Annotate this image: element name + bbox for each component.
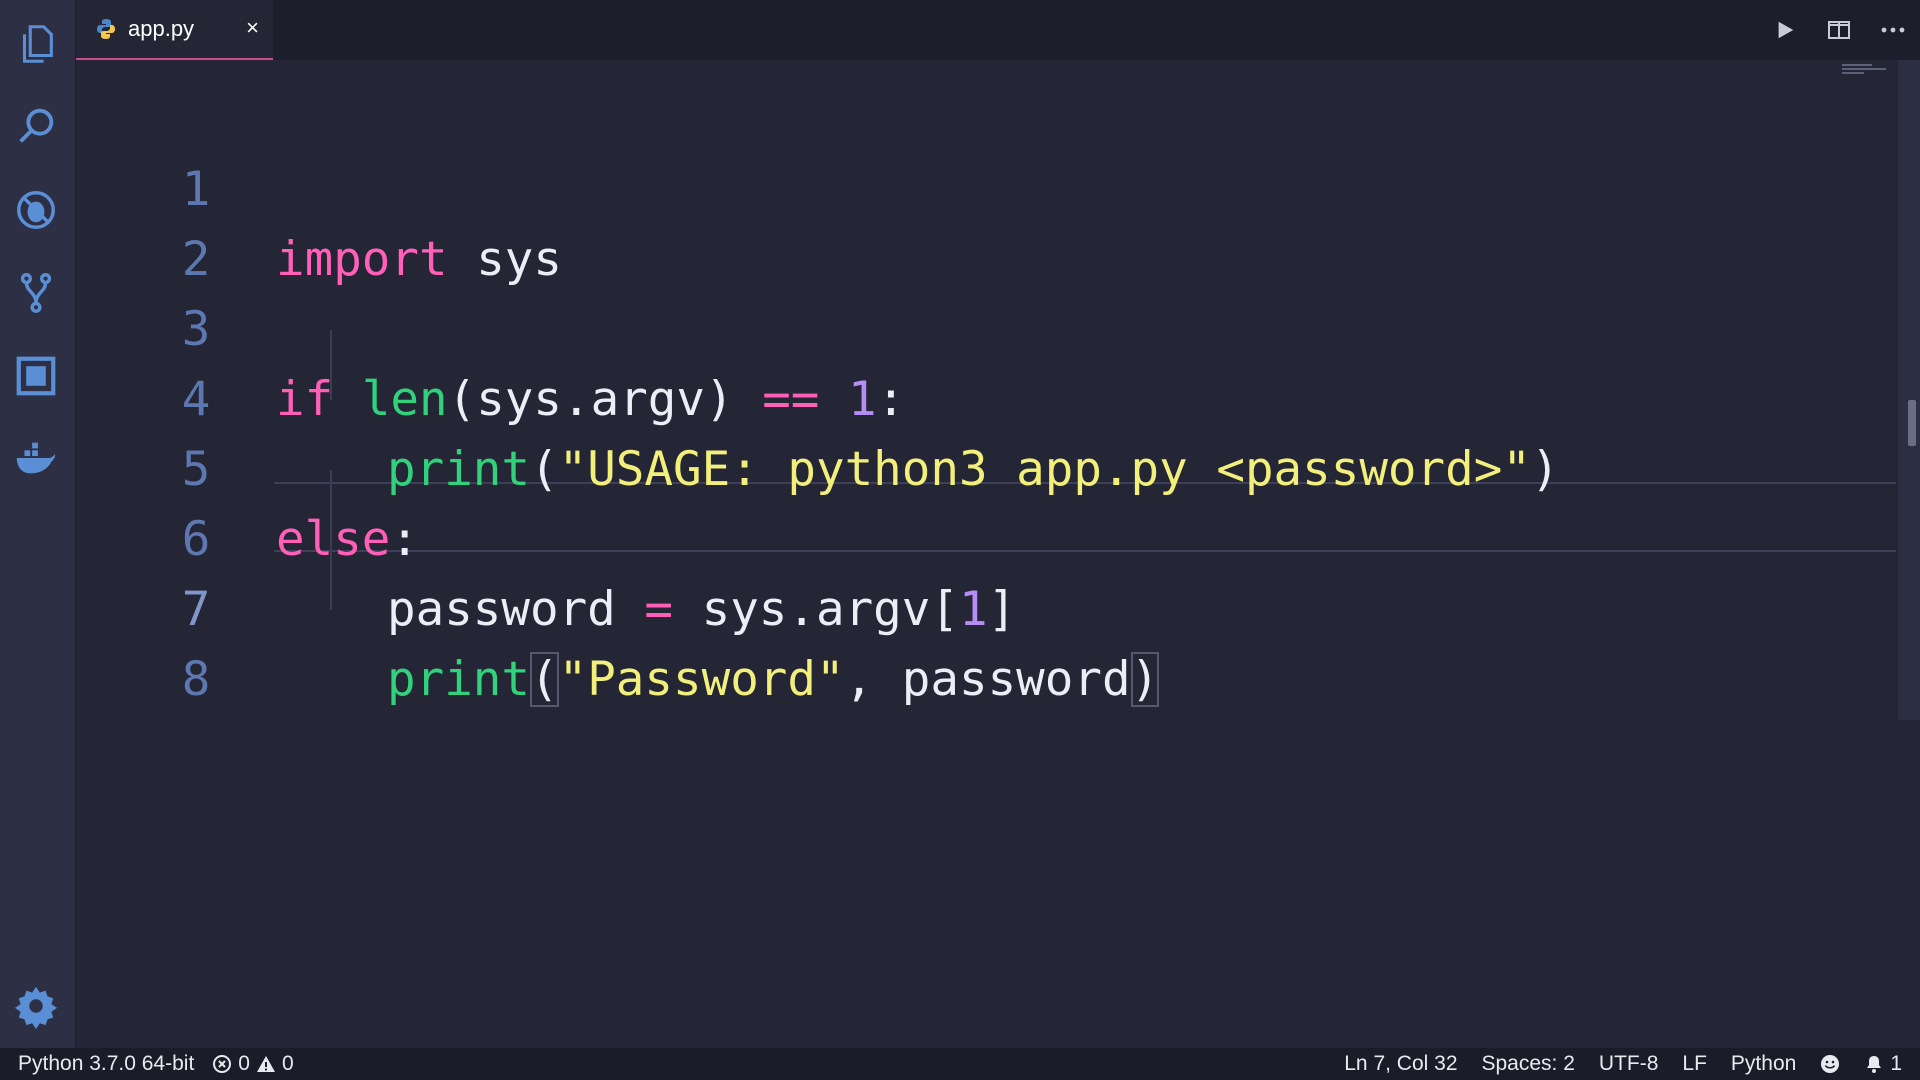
tab-bar: app.py × — [76, 0, 1920, 60]
tab-close-button[interactable]: × — [246, 16, 259, 40]
error-icon — [213, 1055, 232, 1073]
python-interpreter[interactable]: Python 3.7.0 64-bit — [18, 1052, 194, 1076]
status-bar: Python 3.7.0 64-bit 0 0 Ln 7, Col 32 Spa… — [0, 1048, 1920, 1080]
extensions-icon[interactable] — [10, 350, 62, 402]
token-bracket-match: ( — [530, 652, 559, 707]
feedback-button[interactable] — [1820, 1054, 1840, 1074]
warning-icon — [256, 1056, 275, 1072]
code-line: 4 print("USAGE: python3 app.py <password… — [76, 295, 1896, 497]
minimap[interactable] — [1842, 64, 1888, 76]
editor-actions — [1758, 0, 1920, 60]
status-right: Ln 7, Col 32 Spaces: 2 UTF-8 LF Python 1 — [1344, 1048, 1902, 1080]
ellipsis-icon — [1881, 27, 1905, 33]
token-text: , password — [844, 652, 1131, 707]
code-line: 6 password = sys.argv[1] — [76, 435, 1896, 637]
indentation[interactable]: Spaces: 2 — [1482, 1052, 1575, 1076]
split-editor-button[interactable] — [1812, 0, 1866, 60]
tab-app-py[interactable]: app.py × — [76, 0, 273, 60]
status-left: Python 3.7.0 64-bit 0 0 — [18, 1048, 294, 1080]
split-editor-icon — [1828, 21, 1850, 39]
more-actions-button[interactable] — [1866, 0, 1920, 60]
search-icon[interactable] — [10, 100, 62, 152]
cursor-position[interactable]: Ln 7, Col 32 — [1344, 1052, 1457, 1076]
run-button[interactable] — [1758, 0, 1812, 60]
token-bracket-match: ) — [1130, 652, 1160, 707]
notification-count: 1 — [1890, 1052, 1902, 1075]
token-function: print — [387, 652, 530, 707]
token-string: "Password" — [558, 652, 845, 707]
code-line: 3 if len(sys.argv) == 1: — [76, 225, 1896, 427]
problems-indicator[interactable]: 0 0 — [212, 1052, 294, 1076]
explorer-icon[interactable] — [10, 18, 62, 70]
docker-icon[interactable] — [10, 432, 62, 484]
line-number: 8 — [181, 652, 211, 707]
activity-bar — [0, 0, 76, 1048]
code-line: 1 import sys — [76, 85, 1896, 287]
error-count: 0 — [238, 1052, 250, 1075]
code-line: 2 — [76, 155, 1896, 287]
language-mode[interactable]: Python — [1731, 1052, 1796, 1076]
code-line: 8 — [76, 575, 1896, 707]
end-of-line[interactable]: LF — [1682, 1052, 1707, 1076]
warning-count: 0 — [281, 1052, 294, 1075]
settings-gear-icon[interactable] — [10, 980, 62, 1032]
code-line: 7 print("Password", password) — [76, 505, 1896, 707]
debug-icon[interactable] — [10, 184, 62, 236]
tab-title: app.py — [128, 16, 195, 41]
bell-icon — [1867, 1056, 1882, 1073]
encoding[interactable]: UTF-8 — [1599, 1052, 1659, 1076]
code-line: 5 else: — [76, 365, 1896, 567]
notifications-button[interactable]: 1 — [1864, 1052, 1902, 1076]
source-control-icon[interactable] — [10, 266, 62, 318]
line-code: print("Password", password) — [387, 645, 1160, 715]
python-file-icon — [97, 19, 115, 39]
code-editor[interactable]: 1 import sys 2 3 if len(sys.argv) == 1: … — [76, 60, 1896, 1048]
play-icon — [1778, 21, 1794, 39]
scrollbar-thumb[interactable] — [1908, 400, 1916, 446]
vertical-scrollbar[interactable] — [1898, 60, 1920, 720]
smiley-icon — [1821, 1055, 1840, 1073]
